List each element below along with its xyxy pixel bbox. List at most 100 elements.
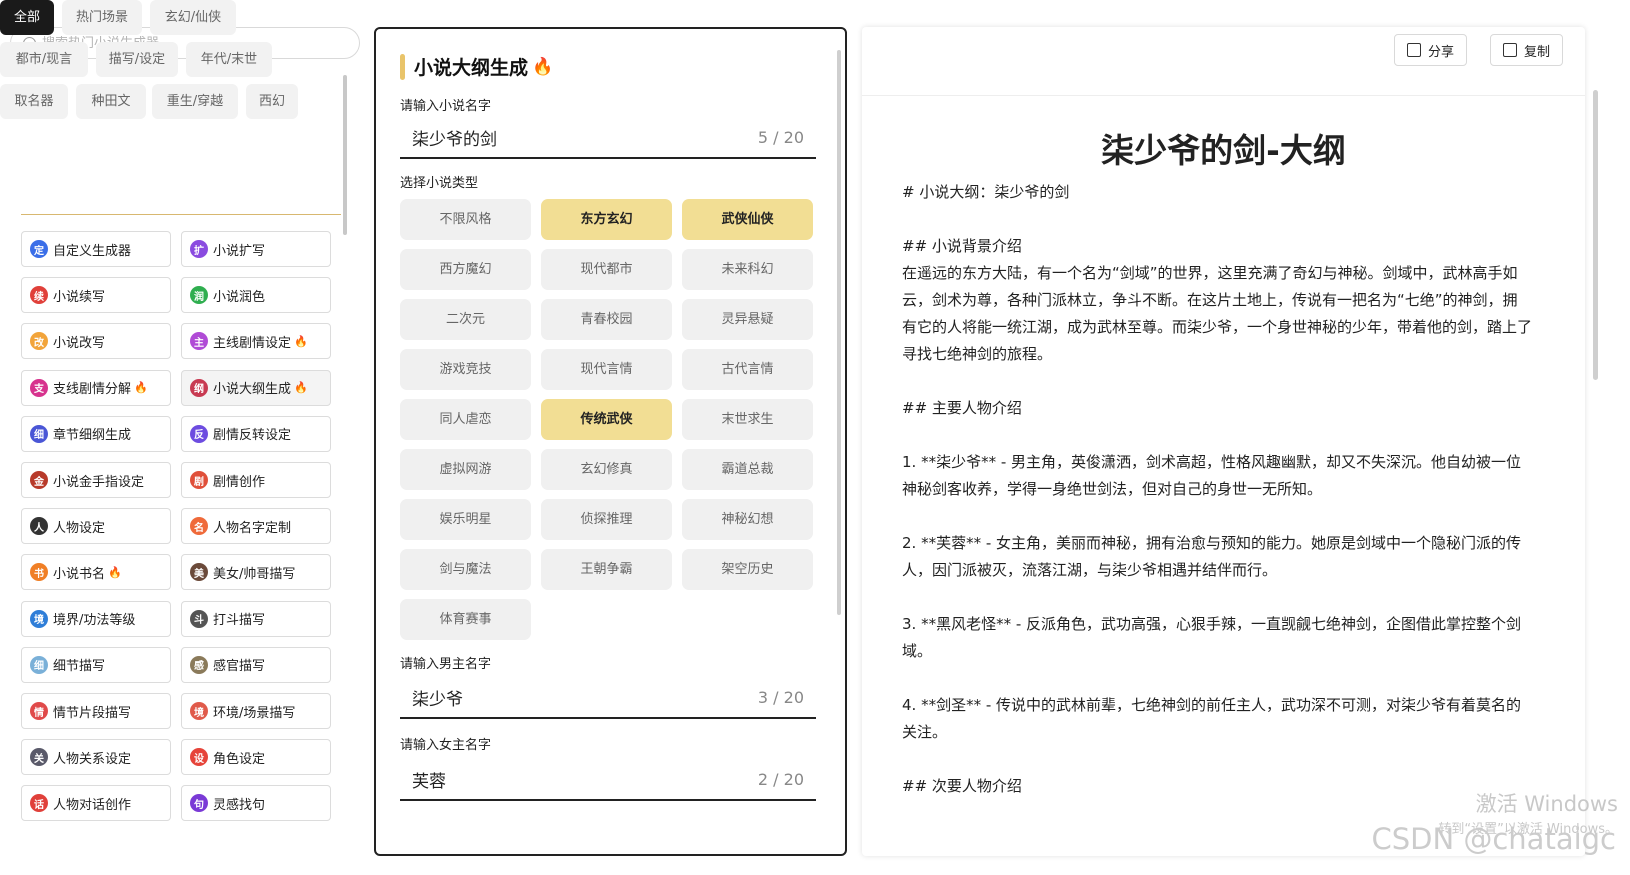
share-icon (1407, 43, 1421, 57)
doc-paragraph: 3. **黑风老怪** - 反派角色，武功高强，心狠手辣，一直觊觎七绝神剑，企图… (902, 615, 1522, 660)
category-tab[interactable]: 种田文 (76, 84, 146, 119)
output-scrollbar[interactable] (1593, 90, 1598, 380)
female-lead-value[interactable]: 芙蓉 (412, 767, 446, 792)
genre-option[interactable]: 剑与魔法 (400, 549, 531, 590)
novel-name-field[interactable]: 柒少爷的剑 5 / 20 (400, 117, 816, 159)
genre-option[interactable]: 霸道总裁 (682, 449, 813, 490)
genre-option[interactable]: 灵异悬疑 (682, 299, 813, 340)
tool-item[interactable]: 句灵感找句 (181, 785, 331, 822)
tool-item[interactable]: 话人物对话创作 (21, 785, 171, 822)
tool-item[interactable]: 名人物名字定制 (181, 508, 331, 545)
copy-button[interactable]: 复制 (1490, 34, 1564, 66)
genre-option[interactable]: 体育赛事 (400, 599, 531, 640)
tool-label: 剧情创作 (213, 474, 266, 490)
tool-item[interactable]: 美美女/帅哥描写 (181, 554, 331, 591)
tool-item[interactable]: 境境界/功法等级 (21, 600, 171, 637)
tool-label: 剧情反转设定 (213, 428, 292, 444)
category-tab[interactable]: 全部 (0, 0, 54, 35)
tool-label: 境界/功法等级 (53, 613, 136, 629)
genre-option[interactable]: 玄幻修真 (541, 449, 672, 490)
share-button[interactable]: 分享 (1394, 34, 1468, 66)
toolbar-divider (862, 95, 1585, 96)
tool-item[interactable]: 关人物关系设定 (21, 739, 171, 776)
genre-option[interactable]: 武侠仙侠 (682, 199, 813, 240)
genre-option[interactable]: 传统武侠 (541, 399, 672, 440)
form-scrollbar[interactable] (837, 50, 841, 615)
tool-item[interactable]: 润小说润色 (181, 277, 331, 314)
tool-icon: 名 (190, 517, 208, 536)
genre-option[interactable]: 同人虐恋 (400, 399, 531, 440)
document-body: # 小说大纲：柒少爷的剑 ## 小说背景介绍 在遥远的东方大陆，有一个名为“剑域”的… (902, 179, 1532, 800)
tool-item[interactable]: 境环境/场景描写 (181, 693, 331, 729)
genre-option[interactable]: 末世求生 (682, 399, 813, 440)
tool-item[interactable]: 续小说续写 (21, 277, 171, 314)
tool-item[interactable]: 设角色设定 (181, 739, 331, 776)
male-lead-field[interactable]: 柒少爷 3 / 20 (400, 677, 816, 719)
tool-item[interactable]: 细章节细纲生成 (21, 415, 171, 452)
tool-item[interactable]: 剧剧情创作 (181, 462, 331, 498)
tool-icon: 设 (190, 748, 208, 767)
genre-option[interactable]: 娱乐明星 (400, 499, 531, 540)
category-tab[interactable]: 描写/设定 (96, 42, 178, 77)
genre-option[interactable]: 不限风格 (400, 199, 531, 240)
tool-item[interactable]: 书小说书名 🔥 (21, 554, 171, 591)
genre-option[interactable]: 青春校园 (541, 299, 672, 340)
tool-icon: 反 (190, 424, 208, 443)
tool-icon: 情 (30, 702, 48, 720)
tool-icon: 感 (190, 655, 208, 674)
genre-option[interactable]: 未来科幻 (682, 249, 813, 290)
csdn-watermark: CSDN @chataigc (1371, 822, 1616, 856)
novel-name-value[interactable]: 柒少爷的剑 (412, 125, 497, 150)
genre-option[interactable]: 东方玄幻 (541, 199, 672, 240)
tool-label: 小说润色 (213, 289, 266, 305)
tool-label: 人物设定 (53, 520, 106, 536)
tool-label: 环境/场景描写 (213, 705, 296, 721)
tool-item[interactable]: 纲小说大纲生成 🔥 (181, 369, 331, 406)
genre-option[interactable]: 二次元 (400, 299, 531, 340)
category-tab[interactable]: 热门场景 (62, 0, 142, 35)
genre-option[interactable]: 虚拟网游 (400, 449, 531, 490)
genre-option[interactable]: 神秘幻想 (682, 499, 813, 540)
genre-option[interactable]: 西方魔幻 (400, 249, 531, 290)
genre-option[interactable]: 架空历史 (682, 549, 813, 590)
tool-label: 人物关系设定 (53, 751, 132, 767)
doc-heading: ## 小说背景介绍 (902, 237, 1022, 255)
genre-option[interactable]: 游戏竞技 (400, 349, 531, 390)
tool-icon: 话 (30, 794, 48, 813)
genre-option[interactable]: 古代言情 (682, 349, 813, 390)
category-tab[interactable]: 都市/现言 (0, 42, 88, 77)
category-tab[interactable]: 西幻 (246, 84, 298, 119)
tool-icon: 句 (190, 794, 208, 813)
tool-label: 章节细纲生成 (53, 428, 132, 444)
tool-item[interactable]: 定自定义生成器 (21, 231, 171, 267)
tool-item[interactable]: 人人物设定 (21, 508, 171, 545)
tool-label: 感官描写 (213, 659, 266, 675)
tool-item[interactable]: 支支线剧情分解 🔥 (21, 369, 171, 406)
tool-label: 美女/帅哥描写 (213, 566, 296, 582)
genre-option[interactable]: 现代都市 (541, 249, 672, 290)
tool-item[interactable]: 改小说改写 (21, 323, 171, 360)
category-tab[interactable]: 玄幻/仙侠 (150, 0, 236, 35)
tool-item[interactable]: 情情节片段描写 (21, 693, 171, 729)
tool-item[interactable]: 感感官描写 (181, 646, 331, 683)
tool-label: 人物对话创作 (53, 797, 132, 813)
tool-item[interactable]: 扩小说扩写 (181, 231, 331, 267)
genre-option[interactable]: 侦探推理 (541, 499, 672, 540)
tool-item[interactable]: 斗打斗描写 (181, 600, 331, 637)
genre-option[interactable]: 现代言情 (541, 349, 672, 390)
category-tab[interactable]: 取名器 (0, 84, 68, 119)
copy-icon (1503, 43, 1517, 57)
tool-item[interactable]: 主主线剧情设定 🔥 (181, 323, 331, 360)
tool-item[interactable]: 金小说金手指设定 (21, 462, 171, 498)
novel-name-counter: 5 / 20 (757, 127, 804, 147)
tool-item[interactable]: 细细节描写 (21, 646, 171, 683)
genre-option[interactable]: 王朝争霸 (541, 549, 672, 590)
doc-paragraph (902, 422, 1532, 449)
sidebar-scrollbar[interactable] (343, 75, 347, 235)
tool-icon: 细 (30, 655, 48, 674)
female-lead-field[interactable]: 芙蓉 2 / 20 (400, 759, 816, 801)
category-tab[interactable]: 年代/末世 (186, 42, 272, 77)
male-lead-value[interactable]: 柒少爷 (412, 685, 463, 710)
tool-item[interactable]: 反剧情反转设定 (181, 415, 331, 452)
category-tab[interactable]: 重生/穿越 (152, 84, 238, 119)
